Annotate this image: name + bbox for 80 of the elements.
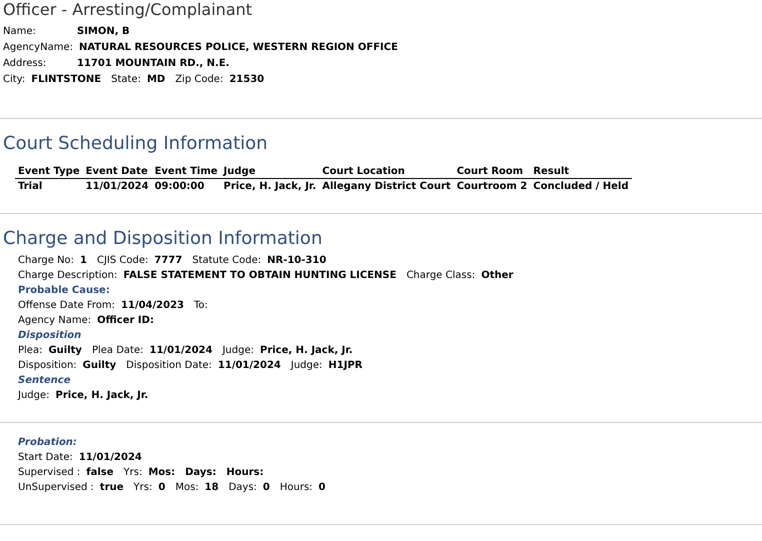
field-value: Guilty xyxy=(48,345,82,357)
field-value: NATURAL RESOURCES POLICE, WESTERN REGION OFFICE xyxy=(78,42,398,54)
field-value: 7777 xyxy=(154,255,182,267)
field-label: Address: xyxy=(3,58,48,70)
field-value: 11/01/2024 xyxy=(218,360,281,372)
field-value: Days: xyxy=(185,467,216,479)
field-label: Statute Code: xyxy=(192,255,262,267)
table-cell: Courtroom 2 xyxy=(454,178,530,193)
field-value: Price, H. Jack, Jr. xyxy=(56,390,148,402)
field-value: 21530 xyxy=(229,74,264,86)
field-value: Price, H. Jack, Jr. xyxy=(260,345,353,357)
field-label: Hours: xyxy=(280,482,313,494)
column-header: Judge xyxy=(220,166,320,178)
field-label: Supervised : xyxy=(18,467,80,479)
field-value: MD xyxy=(146,74,166,86)
field-label: Charge Description: xyxy=(18,270,118,282)
field-value: 18 xyxy=(204,482,219,494)
field-label: Disposition Date: xyxy=(126,360,212,372)
field-label: Days: xyxy=(228,482,257,494)
field-label: Plea: xyxy=(18,345,42,357)
column-header: Court Room xyxy=(454,166,530,178)
table-cell: Allegany District Court xyxy=(319,178,454,193)
field-value: Mos: xyxy=(148,467,176,479)
section-title: Charge and Disposition Information xyxy=(2,229,324,249)
field-value: 11/04/2023 xyxy=(121,300,184,312)
field-label: Disposition: xyxy=(18,360,77,372)
field-label: Zip Code: xyxy=(175,74,224,86)
field-value: 11/01/2024 xyxy=(150,345,212,357)
field-label: Judge: xyxy=(222,345,254,357)
field-value: H1JPR xyxy=(328,360,362,372)
field-value: 11701 MOUNTAIN RD., N.E. xyxy=(77,58,230,70)
section-title: Court Scheduling Information xyxy=(2,134,269,154)
subsection-heading: Probable Cause: xyxy=(18,285,110,297)
field-value: FALSE STATEMENT TO OBTAIN HUNTING LICENSE xyxy=(123,270,396,282)
field-label: Judge: xyxy=(18,390,50,402)
field-value: FLINTSTONE xyxy=(31,74,102,86)
field-value: false xyxy=(86,467,114,479)
field-value: Other xyxy=(481,270,514,282)
column-header: Event Time xyxy=(152,166,221,178)
field-value: 0 xyxy=(318,482,326,494)
table-cell: Trial xyxy=(15,178,83,193)
table-cell: 11/01/2024 xyxy=(82,178,152,193)
field-value: 11/01/2024 xyxy=(78,452,142,464)
field-label: Charge No: xyxy=(18,255,74,267)
table-cell: Concluded / Held xyxy=(530,178,632,193)
field-label: To: xyxy=(194,300,208,312)
field-value: 0 xyxy=(158,482,166,494)
field-value: NR-10-310 xyxy=(267,255,326,267)
field-label: CJIS Code: xyxy=(97,255,148,267)
field-label: Judge: xyxy=(290,360,322,372)
field-value: Officer ID: xyxy=(97,315,154,327)
field-label: Name: xyxy=(3,26,37,38)
field-label: State: xyxy=(111,74,141,86)
field-label: City: xyxy=(3,74,26,86)
table-cell: 09:00:00 xyxy=(152,178,221,193)
column-header: Court Location xyxy=(319,166,454,178)
field-label: Yrs: xyxy=(134,482,152,494)
field-label: Agency Name: xyxy=(18,315,92,327)
field-label: Charge Class: xyxy=(406,270,476,282)
field-value: 1 xyxy=(80,255,87,267)
table-cell: Price, H. Jack, Jr. xyxy=(220,178,320,193)
section-title: Officer - Arresting/Complainant xyxy=(2,0,254,20)
field-label: Plea Date: xyxy=(92,345,144,357)
field-label: Yrs: xyxy=(124,467,142,479)
field-value: Guilty xyxy=(82,360,116,372)
field-value: SIMON, B xyxy=(77,26,130,38)
field-value: Hours: xyxy=(226,467,264,479)
field-value: 0 xyxy=(262,482,270,494)
field-label: AgencyName: xyxy=(3,42,73,54)
column-header: Event Date xyxy=(82,166,152,178)
subsection-heading: Disposition xyxy=(18,330,82,342)
field-label: Offense Date From: xyxy=(18,300,116,312)
subsection-heading: Probation: xyxy=(18,437,77,449)
subsection-heading: Sentence xyxy=(18,375,70,387)
field-label: Start Date: xyxy=(18,452,73,464)
field-label: UnSupervised : xyxy=(18,482,94,494)
field-label: Mos: xyxy=(175,482,199,494)
column-header: Result xyxy=(530,166,632,178)
column-header: Event Type xyxy=(15,166,83,178)
field-value: true xyxy=(100,482,124,494)
